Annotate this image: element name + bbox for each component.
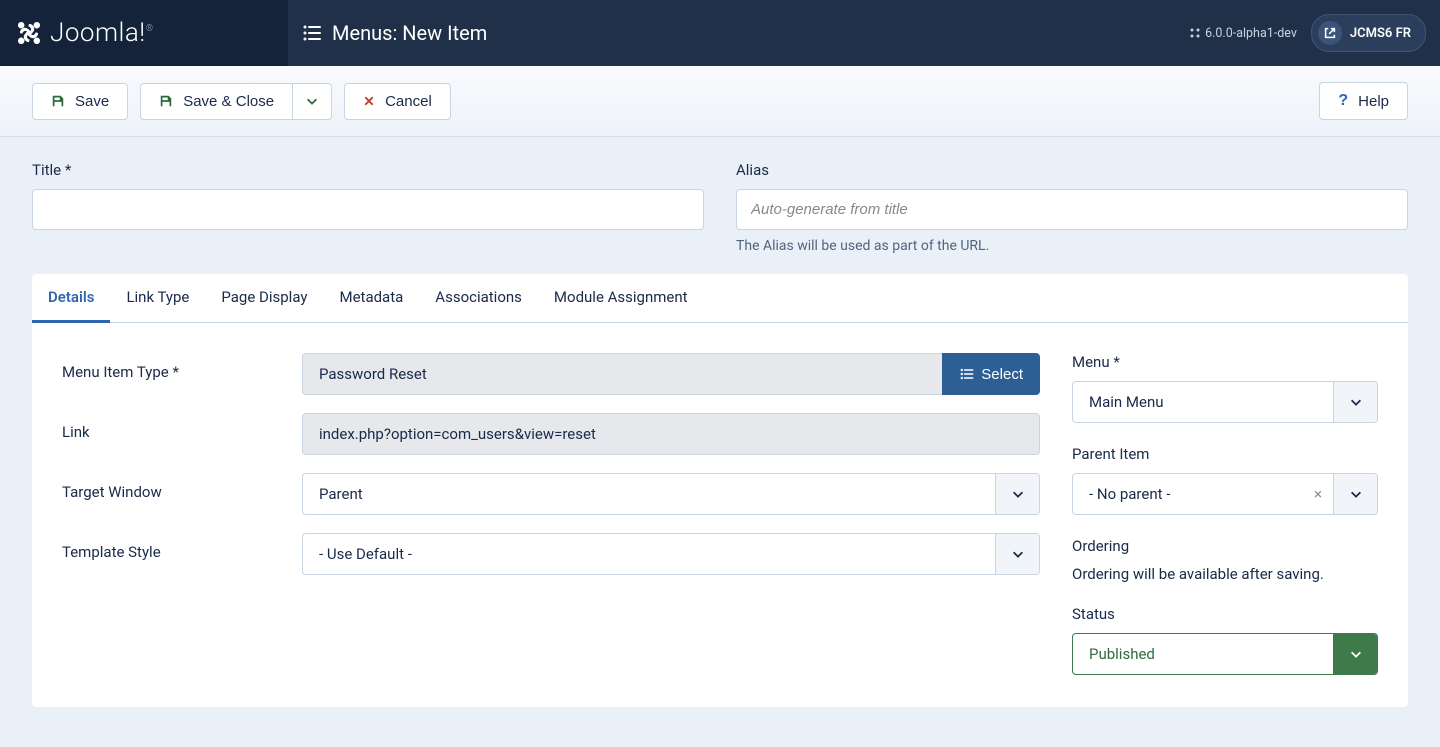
select-type-button[interactable]: Select (942, 353, 1040, 395)
chevron-down-icon (1333, 382, 1377, 422)
link-value: index.php?option=com_users&view=reset (302, 413, 1040, 455)
joomla-small-icon (1189, 27, 1201, 39)
parent-value: - No parent - (1073, 474, 1303, 514)
tab-module-assignment[interactable]: Module Assignment (538, 274, 704, 323)
parent-label: Parent Item (1072, 445, 1378, 463)
content: Title * Alias The Alias will be used as … (0, 137, 1440, 747)
site-badge[interactable]: JCMS6 FR (1311, 14, 1426, 52)
tabs: Details Link Type Page Display Metadata … (32, 274, 1408, 323)
ordering-label: Ordering (1072, 537, 1378, 555)
close-icon (363, 95, 375, 107)
version-text: 6.0.0-alpha1-dev (1205, 26, 1297, 41)
tab-link-type[interactable]: Link Type (110, 274, 205, 323)
target-window-select[interactable]: Parent (302, 473, 1040, 515)
tab-details[interactable]: Details (32, 274, 110, 323)
save-icon (51, 94, 65, 108)
brand[interactable]: Joomla!® (0, 0, 288, 66)
title-input[interactable] (32, 189, 704, 230)
cancel-label: Cancel (385, 93, 432, 110)
topbar: Joomla!® Menus: New Item 6.0.0-alpha1-de… (0, 0, 1440, 66)
menu-item-type-label: Menu Item Type * (62, 353, 302, 381)
target-window-row: Target Window Parent (62, 473, 1040, 515)
template-style-select[interactable]: - Use Default - (302, 533, 1040, 575)
status-field: Status Published (1072, 605, 1378, 675)
ordering-text: Ordering will be available after saving. (1072, 565, 1378, 583)
alias-label: Alias (736, 161, 1408, 179)
chevron-down-icon (1333, 474, 1377, 514)
save-icon (159, 94, 173, 108)
menu-value: Main Menu (1073, 382, 1333, 422)
title-alias-row: Title * Alias The Alias will be used as … (32, 161, 1408, 254)
menu-select[interactable]: Main Menu (1072, 381, 1378, 423)
template-style-row: Template Style - Use Default - (62, 533, 1040, 575)
page-title-bar: Menus: New Item (288, 0, 1175, 66)
menu-label: Menu * (1072, 353, 1378, 371)
link-row: Link index.php?option=com_users&view=res… (62, 413, 1040, 455)
save-label: Save (75, 93, 109, 110)
external-link-icon (1318, 21, 1342, 45)
parent-field: Parent Item - No parent - × (1072, 445, 1378, 515)
menu-field: Menu * Main Menu (1072, 353, 1378, 423)
help-icon: ? (1338, 92, 1348, 110)
save-close-button[interactable]: Save & Close (140, 83, 293, 120)
target-window-value: Parent (303, 474, 995, 514)
tab-content-details: Menu Item Type * Password Reset Select (32, 323, 1408, 707)
title-col: Title * (32, 161, 704, 254)
toolbar: Save Save & Close Cancel ? Help (0, 66, 1440, 137)
cancel-button[interactable]: Cancel (344, 83, 451, 120)
site-name: JCMS6 FR (1350, 26, 1411, 41)
save-button[interactable]: Save (32, 83, 128, 120)
alias-help: The Alias will be used as part of the UR… (736, 238, 1408, 254)
page-title: Menus: New Item (332, 21, 487, 45)
chevron-down-icon (995, 474, 1039, 514)
chevron-down-icon (305, 94, 319, 108)
chevron-down-icon (995, 534, 1039, 574)
tab-associations[interactable]: Associations (419, 274, 538, 323)
menu-item-type-row: Menu Item Type * Password Reset Select (62, 353, 1040, 395)
menu-item-type-value: Password Reset (302, 353, 942, 395)
target-window-label: Target Window (62, 473, 302, 501)
save-close-group: Save & Close (140, 83, 332, 120)
status-label: Status (1072, 605, 1378, 623)
list-icon (302, 23, 322, 43)
title-label: Title * (32, 161, 704, 179)
help-button[interactable]: ? Help (1319, 82, 1408, 120)
help-label: Help (1358, 93, 1389, 110)
clear-icon[interactable]: × (1303, 474, 1333, 514)
tab-page-display[interactable]: Page Display (205, 274, 323, 323)
alias-col: Alias The Alias will be used as part of … (736, 161, 1408, 254)
details-sidebar: Menu * Main Menu Parent Item - No parent… (1072, 353, 1378, 697)
save-dropdown-button[interactable] (293, 83, 332, 120)
list-icon (959, 366, 975, 382)
parent-select[interactable]: - No parent - × (1072, 473, 1378, 515)
template-style-value: - Use Default - (303, 534, 995, 574)
tab-metadata[interactable]: Metadata (323, 274, 419, 323)
status-select[interactable]: Published (1072, 633, 1378, 675)
template-style-label: Template Style (62, 533, 302, 561)
alias-input[interactable] (736, 189, 1408, 230)
details-main: Menu Item Type * Password Reset Select (62, 353, 1040, 697)
joomla-logo-icon (16, 20, 42, 46)
chevron-down-icon (1333, 634, 1377, 674)
save-close-label: Save & Close (183, 93, 274, 110)
ordering-field: Ordering Ordering will be available afte… (1072, 537, 1378, 583)
link-label: Link (62, 413, 302, 441)
select-label: Select (981, 366, 1023, 383)
topbar-right: 6.0.0-alpha1-dev JCMS6 FR (1175, 0, 1440, 66)
brand-name: Joomla!® (50, 18, 153, 48)
version-badge: 6.0.0-alpha1-dev (1189, 26, 1297, 41)
status-value: Published (1073, 634, 1333, 674)
